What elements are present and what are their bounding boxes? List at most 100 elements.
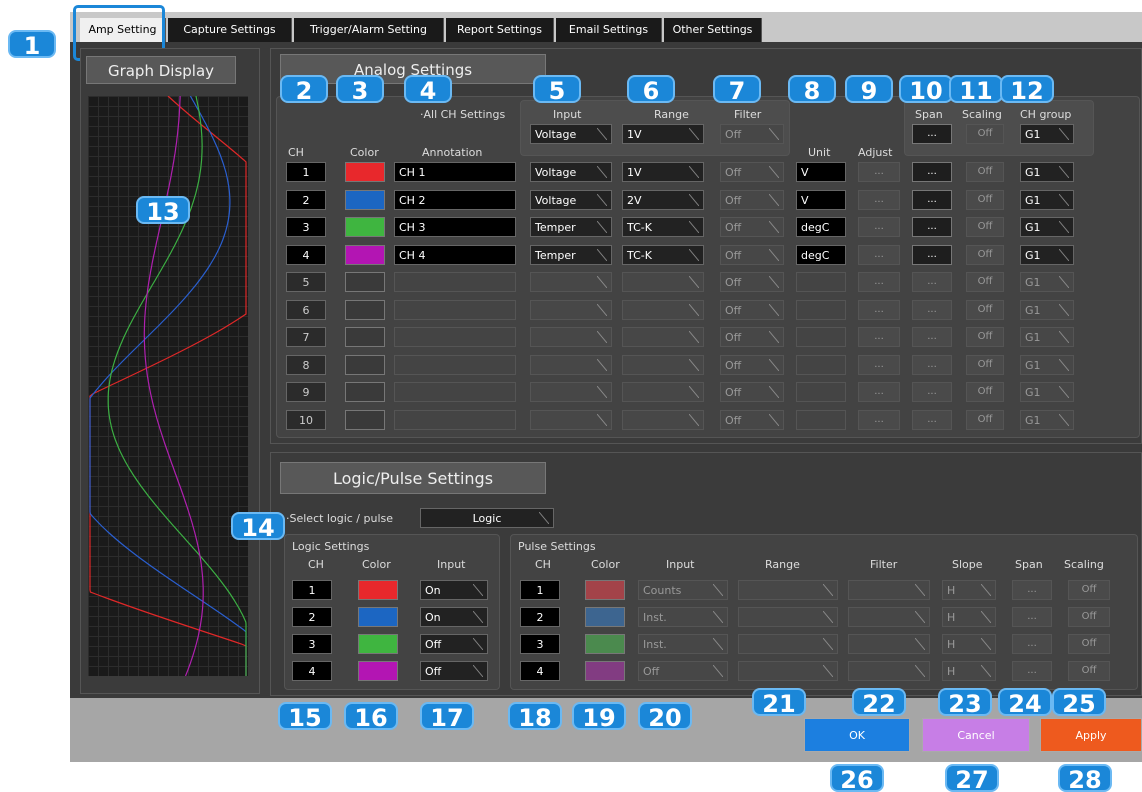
pulse-span-button[interactable]: ... <box>1012 661 1052 681</box>
pulse-scaling-button[interactable]: Off <box>1068 607 1110 627</box>
scaling-button[interactable]: Off <box>966 299 1004 320</box>
adjust-button[interactable]: ... <box>858 327 900 347</box>
unit-field[interactable]: degC <box>796 244 846 265</box>
pulse-range-dropdown[interactable] <box>738 634 838 654</box>
scaling-button[interactable]: Off <box>966 244 1004 265</box>
analog-color-swatch[interactable] <box>345 217 385 237</box>
tab-other-settings[interactable]: Other Settings <box>664 18 762 42</box>
span-button[interactable]: ... <box>912 244 952 265</box>
span-button[interactable]: ... <box>912 354 952 375</box>
range-dropdown[interactable]: TC-K <box>622 244 704 265</box>
pulse-input-dropdown[interactable]: Inst. <box>638 634 728 654</box>
group-dropdown[interactable]: G1 <box>1020 299 1074 320</box>
analog-color-swatch[interactable] <box>345 409 385 430</box>
pulse-color-swatch[interactable] <box>585 607 625 627</box>
group-dropdown[interactable]: G1 <box>1020 244 1074 265</box>
tab-email-settings[interactable]: Email Settings <box>556 18 662 42</box>
annotation-field[interactable] <box>394 327 516 347</box>
unit-field[interactable] <box>796 327 846 347</box>
span-button[interactable]: ... <box>912 382 952 402</box>
span-button[interactable]: ... <box>912 272 952 292</box>
logic-input-dropdown[interactable]: Off <box>420 634 488 654</box>
cancel-button[interactable]: Cancel <box>922 718 1030 752</box>
group-dropdown[interactable]: G1 <box>1020 189 1074 210</box>
annotation-field[interactable] <box>394 382 516 402</box>
analog-color-swatch[interactable] <box>345 189 385 210</box>
unit-field[interactable] <box>796 409 846 430</box>
pulse-filter-dropdown[interactable] <box>848 580 930 600</box>
unit-field[interactable] <box>796 354 846 375</box>
filter-dropdown[interactable]: Off <box>720 327 784 347</box>
input-dropdown[interactable] <box>530 354 612 375</box>
span-button[interactable]: ... <box>912 299 952 320</box>
pulse-span-button[interactable]: ... <box>1012 634 1052 654</box>
span-button[interactable]: ... <box>912 327 952 347</box>
pulse-filter-dropdown[interactable] <box>848 607 930 627</box>
logic-color-swatch[interactable] <box>358 661 398 681</box>
range-dropdown[interactable] <box>622 382 704 402</box>
annotation-field[interactable] <box>394 409 516 430</box>
group-dropdown[interactable]: G1 <box>1020 409 1074 430</box>
pulse-span-button[interactable]: ... <box>1012 607 1052 627</box>
annotation-field[interactable]: CH 2 <box>394 189 516 210</box>
filter-dropdown[interactable]: Off <box>720 217 784 237</box>
range-dropdown[interactable]: 1V <box>622 162 704 182</box>
range-dropdown[interactable] <box>622 299 704 320</box>
all-filter-dropdown[interactable]: Off <box>720 124 784 144</box>
adjust-button[interactable]: ... <box>858 217 900 237</box>
ok-button[interactable]: OK <box>804 718 910 752</box>
analog-color-swatch[interactable] <box>345 272 385 292</box>
logic-pulse-dropdown[interactable]: Logic <box>420 508 554 528</box>
pulse-filter-dropdown[interactable] <box>848 661 930 681</box>
logic-color-swatch[interactable] <box>358 607 398 627</box>
all-range-dropdown[interactable]: 1V <box>622 124 704 144</box>
unit-field[interactable] <box>796 272 846 292</box>
pulse-input-dropdown[interactable]: Inst. <box>638 607 728 627</box>
group-dropdown[interactable]: G1 <box>1020 162 1074 182</box>
filter-dropdown[interactable]: Off <box>720 354 784 375</box>
span-button[interactable]: ... <box>912 409 952 430</box>
span-button[interactable]: ... <box>912 189 952 210</box>
adjust-button[interactable]: ... <box>858 382 900 402</box>
span-button[interactable]: ... <box>912 217 952 237</box>
adjust-button[interactable]: ... <box>858 299 900 320</box>
scaling-button[interactable]: Off <box>966 382 1004 402</box>
unit-field[interactable]: V <box>796 162 846 182</box>
analog-color-swatch[interactable] <box>345 162 385 182</box>
unit-field[interactable]: degC <box>796 217 846 237</box>
scaling-button[interactable]: Off <box>966 189 1004 210</box>
annotation-field[interactable]: CH 1 <box>394 162 516 182</box>
adjust-button[interactable]: ... <box>858 189 900 210</box>
group-dropdown[interactable]: G1 <box>1020 354 1074 375</box>
adjust-button[interactable]: ... <box>858 272 900 292</box>
scaling-button[interactable]: Off <box>966 409 1004 430</box>
analog-color-swatch[interactable] <box>345 354 385 375</box>
analog-color-swatch[interactable] <box>345 299 385 320</box>
pulse-scaling-button[interactable]: Off <box>1068 634 1110 654</box>
pulse-filter-dropdown[interactable] <box>848 634 930 654</box>
input-dropdown[interactable] <box>530 327 612 347</box>
range-dropdown[interactable]: 2V <box>622 189 704 210</box>
logic-input-dropdown[interactable]: Off <box>420 661 488 681</box>
scaling-button[interactable]: Off <box>966 217 1004 237</box>
pulse-range-dropdown[interactable] <box>738 580 838 600</box>
slope-dropdown[interactable]: H <box>942 661 996 681</box>
all-scaling-button[interactable]: Off <box>966 124 1004 144</box>
unit-field[interactable]: V <box>796 189 846 210</box>
slope-dropdown[interactable]: H <box>942 607 996 627</box>
pulse-span-button[interactable]: ... <box>1012 580 1052 600</box>
all-span-button[interactable]: ... <box>912 124 952 144</box>
pulse-input-dropdown[interactable]: Off <box>638 661 728 681</box>
range-dropdown[interactable] <box>622 409 704 430</box>
analog-color-swatch[interactable] <box>345 382 385 402</box>
filter-dropdown[interactable]: Off <box>720 162 784 182</box>
annotation-field[interactable] <box>394 272 516 292</box>
pulse-input-dropdown[interactable]: Counts <box>638 580 728 600</box>
annotation-field[interactable]: CH 3 <box>394 217 516 237</box>
adjust-button[interactable]: ... <box>858 244 900 265</box>
input-dropdown[interactable] <box>530 272 612 292</box>
input-dropdown[interactable]: Temper <box>530 217 612 237</box>
range-dropdown[interactable] <box>622 327 704 347</box>
adjust-button[interactable]: ... <box>858 409 900 430</box>
tab-capture-settings[interactable]: Capture Settings <box>168 18 292 42</box>
